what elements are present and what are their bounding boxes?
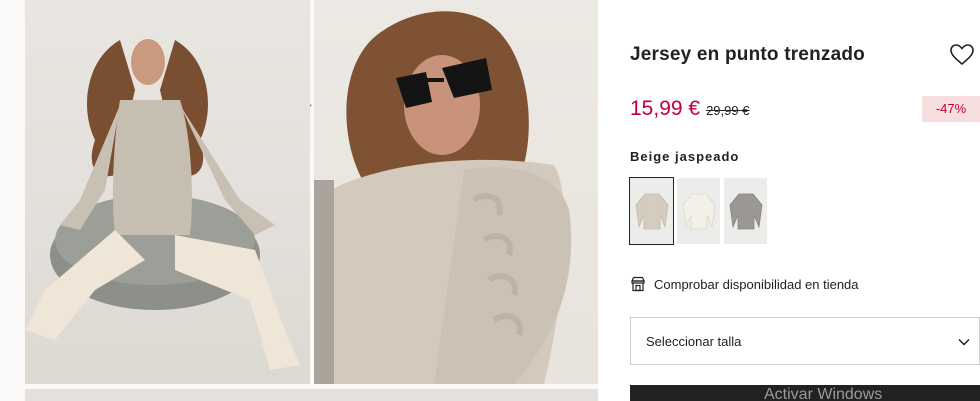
price-row: 15,99 € 29,99 € <box>630 97 749 123</box>
current-price: 15,99 € <box>630 97 701 120</box>
product-image-3-preview[interactable] <box>25 389 598 401</box>
selected-color-name: Beige jaspeado <box>630 149 740 164</box>
chevron-down-icon <box>958 338 970 346</box>
product-gallery: ' <box>0 0 598 401</box>
wishlist-button[interactable] <box>949 42 975 68</box>
windows-activation-watermark: Activar Windows <box>764 386 883 401</box>
product-title: Jersey en punto trenzado <box>630 44 865 65</box>
discount-badge: -47% <box>922 96 980 122</box>
product-image-2[interactable] <box>314 0 598 384</box>
size-select[interactable]: Seleccionar talla <box>630 317 980 365</box>
color-swatch-cream[interactable] <box>677 178 720 244</box>
color-swatches <box>629 177 767 245</box>
sweater-thumbnail-cream <box>682 193 716 230</box>
check-store-availability[interactable]: Comprobar disponibilidad en tienda <box>630 276 859 292</box>
sweater-thumbnail-beige <box>635 193 669 230</box>
original-price: 29,99 € <box>706 103 750 118</box>
store-availability-label: Comprobar disponibilidad en tienda <box>654 276 859 292</box>
product-details-panel: Jersey en punto trenzado 15,99 € 29,99 €… <box>598 0 980 401</box>
size-select-label: Seleccionar talla <box>646 333 742 349</box>
heart-icon <box>950 44 974 65</box>
color-swatch-beige[interactable] <box>629 177 674 245</box>
gallery-mark: ' <box>310 103 312 113</box>
color-swatch-grey[interactable] <box>724 178 767 244</box>
model-closeup-illustration <box>314 11 572 384</box>
store-icon <box>631 276 645 292</box>
model-seated-illustration <box>25 39 300 370</box>
sweater-thumbnail-grey <box>729 193 763 230</box>
product-image-1[interactable] <box>25 0 310 384</box>
